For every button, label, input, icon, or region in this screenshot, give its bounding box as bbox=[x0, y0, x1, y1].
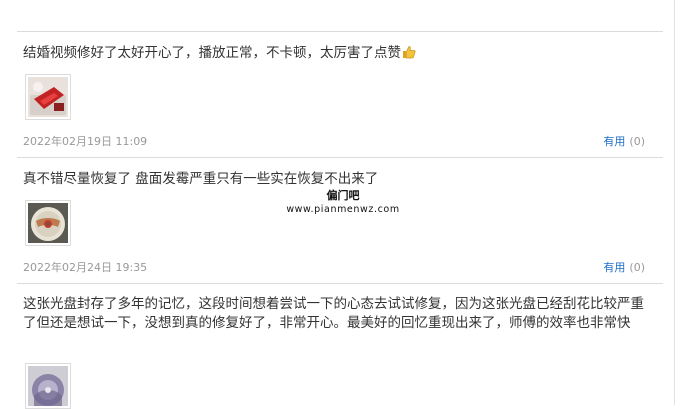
page-right-border bbox=[674, 0, 675, 405]
useful-count: (0) bbox=[629, 261, 645, 274]
photo-disc-purple-icon bbox=[28, 366, 68, 406]
useful-vote: 有用 (0) bbox=[603, 259, 645, 275]
review-item: 结婚视频修好了太好开心了，播放正常，不卡顿，太厉害了点赞 2022年02月19日… bbox=[17, 44, 663, 158]
review-photo-thumbnail[interactable] bbox=[25, 363, 71, 409]
watermark-title: 偏门吧 bbox=[326, 189, 360, 202]
photo-disc-icon bbox=[28, 203, 68, 243]
top-divider bbox=[17, 31, 663, 32]
review-photo-thumbnail[interactable] bbox=[25, 74, 71, 120]
review-divider bbox=[17, 157, 663, 158]
review-divider bbox=[17, 283, 663, 284]
review-text: 这张光盘封存了多年的记忆，这段时间想着尝试一下的心态去试试修复，因为这张光盘已经… bbox=[23, 296, 644, 331]
review-item: 真不错尽量恢复了 盘面发霉严重只有一些实在恢复不出来了 2022年02月24日 … bbox=[17, 170, 663, 284]
photo-red-box-icon bbox=[28, 77, 68, 117]
review-text: 真不错尽量恢复了 盘面发霉严重只有一些实在恢复不出来了 bbox=[23, 171, 379, 187]
useful-button[interactable]: 有用 bbox=[603, 261, 625, 274]
watermark-url: www.pianmenwz.com bbox=[286, 204, 400, 215]
review-text: 结婚视频修好了太好开心了，播放正常，不卡顿，太厉害了点赞 bbox=[17, 44, 663, 65]
watermark: 偏门吧 www.pianmenwz.com bbox=[283, 189, 403, 216]
review-item: 这张光盘封存了多年的记忆，这段时间想着尝试一下的心态去试试修复，因为这张光盘已经… bbox=[17, 295, 663, 409]
useful-count: (0) bbox=[629, 135, 645, 148]
review-photo-thumbnail[interactable] bbox=[25, 200, 71, 246]
useful-vote: 有用 (0) bbox=[603, 133, 645, 149]
review-date: 2022年02月19日 11:09 bbox=[23, 135, 148, 148]
useful-button[interactable]: 有用 bbox=[603, 135, 625, 148]
review-date: 2022年02月24日 19:35 bbox=[23, 261, 148, 274]
thumbs-up-icon bbox=[402, 45, 416, 65]
